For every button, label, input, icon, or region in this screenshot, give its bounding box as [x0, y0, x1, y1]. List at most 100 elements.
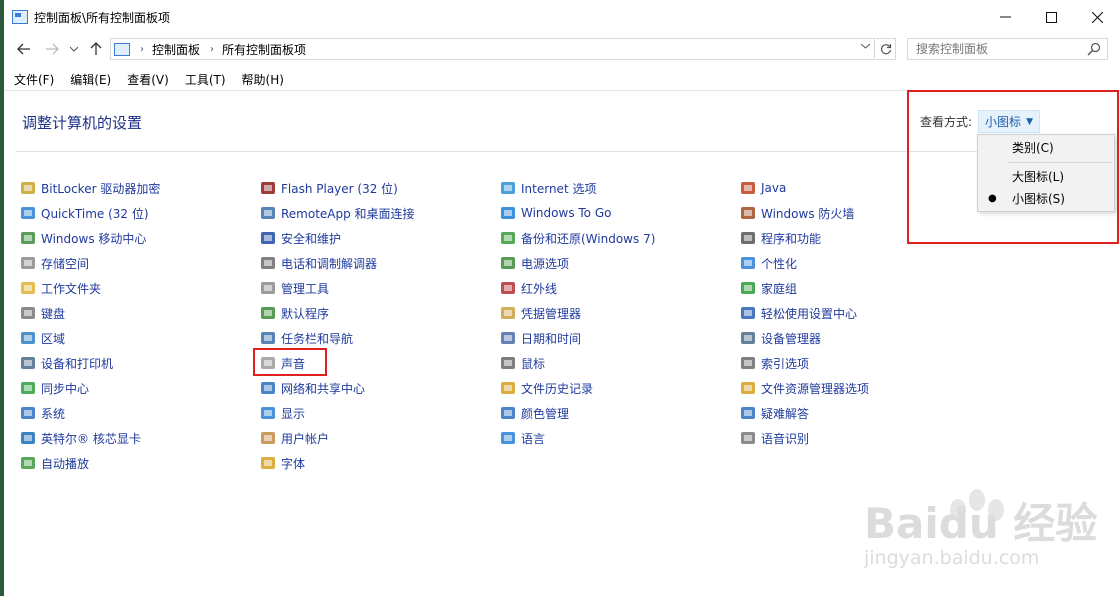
- menu-bar: 文件(F) 编辑(E) 查看(V) 工具(T) 帮助(H): [4, 70, 1120, 90]
- control-panel-item[interactable]: Windows 移动中心: [20, 228, 146, 248]
- control-panel-item[interactable]: 区域: [20, 328, 65, 348]
- refresh-button[interactable]: [876, 38, 896, 60]
- control-panel-item[interactable]: 鼠标: [500, 353, 545, 373]
- control-panel-item-label: BitLocker 驱动器加密: [41, 181, 161, 196]
- control-panel-item[interactable]: Windows To Go: [500, 203, 611, 223]
- control-panel-item[interactable]: 电话和调制解调器: [260, 253, 377, 273]
- up-button[interactable]: [86, 37, 106, 61]
- control-panel-item[interactable]: 轻松使用设置中心: [740, 303, 857, 323]
- control-panel-item[interactable]: 语音识别: [740, 428, 809, 448]
- control-panel-item[interactable]: 设备管理器: [740, 328, 821, 348]
- control-panel-item-label: QuickTime (32 位): [41, 206, 149, 221]
- control-panel-item[interactable]: 自动播放: [20, 453, 89, 473]
- control-panel-item[interactable]: 系统: [20, 403, 65, 423]
- control-panel-item-label: 设备和打印机: [41, 356, 114, 371]
- control-panel-item[interactable]: Flash Player (32 位): [260, 178, 398, 198]
- forward-button[interactable]: [42, 37, 62, 61]
- control-panel-item[interactable]: 显示: [260, 403, 305, 423]
- quicktime-icon: [21, 207, 35, 219]
- control-panel-item[interactable]: 电源选项: [500, 253, 569, 273]
- control-panel-item-label: 日期和时间: [521, 331, 582, 346]
- control-panel-item[interactable]: 用户帐户: [260, 428, 329, 448]
- breadcrumb-control-panel[interactable]: 控制面板: [152, 41, 200, 58]
- control-panel-item[interactable]: 备份和还原(Windows 7): [500, 228, 655, 248]
- control-panel-item-label: 凭据管理器: [521, 306, 582, 321]
- control-panel-item[interactable]: 英特尔® 核芯显卡: [20, 428, 141, 448]
- menu-help[interactable]: 帮助(H): [232, 70, 290, 90]
- maximize-button[interactable]: [1028, 0, 1074, 34]
- control-panel-item-label: 自动播放: [41, 456, 90, 471]
- highlight-view-menu: [907, 90, 1119, 244]
- default-programs-icon: [261, 307, 275, 319]
- control-panel-item[interactable]: 程序和功能: [740, 228, 821, 248]
- control-panel-item-label: 轻松使用设置中心: [761, 306, 858, 321]
- control-panel-item[interactable]: 颜色管理: [500, 403, 569, 423]
- bitlocker-icon: [21, 182, 35, 194]
- arrow-up-icon: [90, 42, 102, 55]
- control-panel-item[interactable]: 文件历史记录: [500, 378, 593, 398]
- control-panel-item-label: 安全和维护: [281, 231, 342, 246]
- control-panel-item[interactable]: RemoteApp 和桌面连接: [260, 203, 415, 223]
- close-button[interactable]: [1074, 0, 1120, 34]
- title-bar: 控制面板\所有控制面板项: [4, 0, 1120, 34]
- control-panel-item-label: 电话和调制解调器: [281, 256, 378, 271]
- control-panel-item-label: Windows 移动中心: [41, 231, 147, 246]
- control-panel-item[interactable]: QuickTime (32 位): [20, 203, 149, 223]
- menu-view[interactable]: 查看(V): [117, 70, 175, 90]
- work-folders-icon: [21, 282, 35, 294]
- control-panel-item[interactable]: 凭据管理器: [500, 303, 581, 323]
- recent-locations-button[interactable]: [64, 37, 84, 61]
- address-bar[interactable]: › 控制面板 › 所有控制面板项: [110, 38, 875, 60]
- control-panel-item[interactable]: 管理工具: [260, 278, 329, 298]
- control-panel-item[interactable]: 默认程序: [260, 303, 329, 323]
- control-panel-item[interactable]: 语言: [500, 428, 545, 448]
- address-dropdown-icon[interactable]: [860, 42, 871, 52]
- control-panel-item[interactable]: 文件资源管理器选项: [740, 378, 869, 398]
- control-panel-item[interactable]: 疑难解答: [740, 403, 809, 423]
- control-panel-item[interactable]: Java: [740, 178, 786, 198]
- display-icon: [261, 407, 275, 419]
- search-input[interactable]: [916, 42, 1086, 56]
- mobility-center-icon: [21, 232, 35, 244]
- search-icon[interactable]: [1087, 42, 1101, 59]
- control-panel-item[interactable]: 字体: [260, 453, 305, 473]
- control-panel-item[interactable]: 网络和共享中心: [260, 378, 365, 398]
- control-panel-item-label: 同步中心: [41, 381, 90, 396]
- baidu-watermark: Baidu 经验 jingyan.baidu.com: [860, 470, 1110, 580]
- user-accounts-icon: [261, 432, 275, 444]
- page-title: 调整计算机的设置: [22, 114, 143, 132]
- control-panel-item-label: 语言: [521, 431, 546, 446]
- minimize-icon: [999, 16, 1011, 18]
- control-panel-item[interactable]: 日期和时间: [500, 328, 581, 348]
- control-panel-item[interactable]: 任务栏和导航: [260, 328, 353, 348]
- control-panel-item-label: 显示: [281, 406, 306, 421]
- control-panel-item-label: 索引选项: [761, 356, 810, 371]
- control-panel-item[interactable]: Internet 选项: [500, 178, 596, 198]
- control-panel-item[interactable]: 设备和打印机: [20, 353, 113, 373]
- taskbar-navigation-icon: [261, 332, 275, 344]
- control-panel-item[interactable]: 存储空间: [20, 253, 89, 273]
- control-panel-item[interactable]: 索引选项: [740, 353, 809, 373]
- control-panel-item[interactable]: 工作文件夹: [20, 278, 101, 298]
- menu-tools[interactable]: 工具(T): [175, 70, 232, 90]
- control-panel-item[interactable]: 键盘: [20, 303, 65, 323]
- control-panel-item-label: 区域: [41, 331, 66, 346]
- breadcrumb-all-items[interactable]: 所有控制面板项: [222, 41, 306, 58]
- control-panel-item[interactable]: 安全和维护: [260, 228, 341, 248]
- menu-edit[interactable]: 编辑(E): [60, 70, 117, 90]
- close-icon: [1091, 11, 1103, 23]
- minimize-button[interactable]: [982, 0, 1028, 34]
- control-panel-item[interactable]: 家庭组: [740, 278, 797, 298]
- control-panel-item[interactable]: BitLocker 驱动器加密: [20, 178, 160, 198]
- control-panel-item[interactable]: 红外线: [500, 278, 557, 298]
- control-panel-item[interactable]: 个性化: [740, 253, 797, 273]
- control-panel-item-label: Internet 选项: [521, 181, 597, 196]
- color-management-icon: [501, 407, 515, 419]
- menu-file[interactable]: 文件(F): [4, 70, 60, 90]
- internet-options-icon: [501, 182, 515, 194]
- control-panel-item[interactable]: Windows 防火墙: [740, 203, 854, 223]
- back-button[interactable]: [14, 37, 34, 61]
- control-panel-item[interactable]: 同步中心: [20, 378, 89, 398]
- device-manager-icon: [741, 332, 755, 344]
- search-box[interactable]: [907, 38, 1108, 60]
